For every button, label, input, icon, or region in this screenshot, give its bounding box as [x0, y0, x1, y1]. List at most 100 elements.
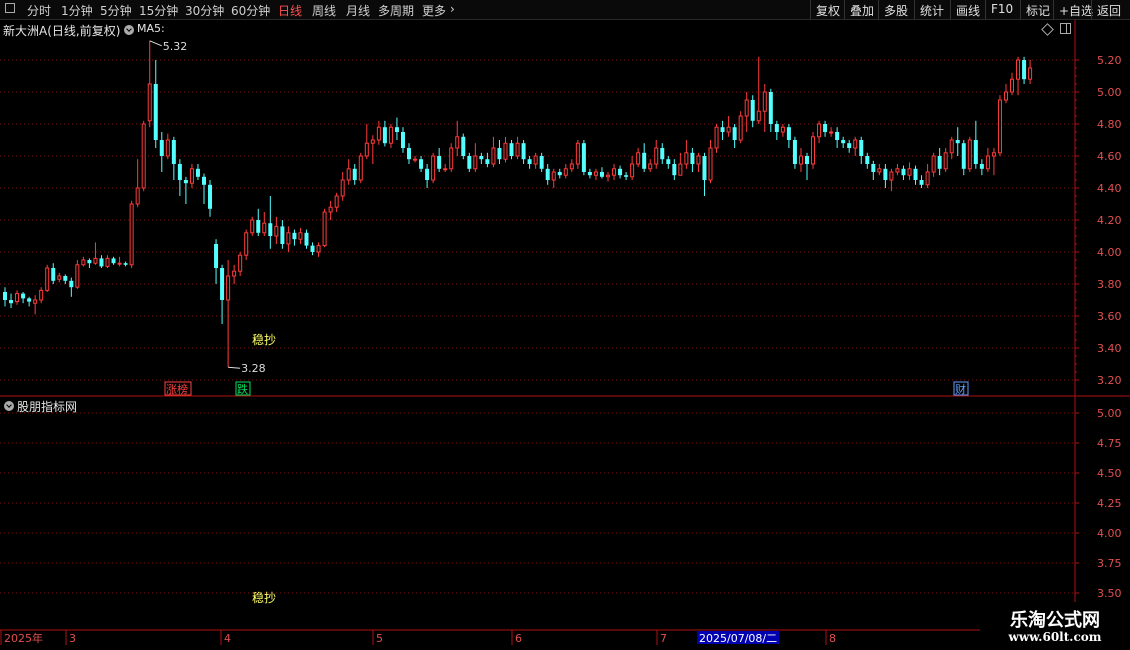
candle-body — [539, 156, 544, 169]
candle-body — [147, 83, 152, 122]
price-tick-label: 5.20 — [1097, 54, 1122, 67]
candle-body — [400, 132, 405, 148]
candle-body — [274, 225, 279, 237]
candle-body — [895, 168, 900, 173]
candle-body — [135, 187, 140, 205]
date-axis-label: 8 — [829, 632, 836, 645]
candle-body — [244, 232, 249, 256]
candle-body — [569, 163, 574, 170]
candle-body — [268, 223, 273, 236]
candle-body — [165, 139, 170, 157]
candle-body — [708, 147, 713, 181]
candle-body — [304, 232, 309, 246]
candle-body — [388, 126, 393, 144]
candle-body — [99, 258, 104, 267]
signal-label: 稳抄 — [252, 332, 276, 347]
candle-body — [431, 155, 436, 181]
candle-body — [220, 268, 225, 300]
panel-toggle-icon[interactable] — [1060, 23, 1071, 34]
indicator-tick-label: 3.75 — [1097, 557, 1122, 570]
candle-body — [226, 275, 231, 301]
candle-body — [322, 211, 327, 247]
candle-body — [913, 168, 918, 180]
indicator-tick-label: 4.25 — [1097, 497, 1122, 510]
candle-body — [280, 226, 285, 244]
candle-body — [931, 155, 936, 173]
chevron-down-icon[interactable] — [124, 25, 134, 35]
candle-body — [346, 168, 351, 181]
event-badge-label: 涨榜 — [166, 382, 188, 396]
candle-body — [479, 156, 484, 160]
indicator-chevron-icon[interactable] — [4, 401, 14, 411]
date-axis-label: 2025年 — [4, 631, 43, 645]
candle-body — [443, 168, 448, 171]
candle-body — [515, 142, 520, 157]
candle-body — [557, 172, 562, 176]
candle-body — [883, 168, 888, 180]
candle-body — [768, 92, 773, 124]
candle-body — [551, 171, 556, 181]
candle-body — [376, 126, 381, 141]
candle-body — [298, 232, 303, 240]
candle-body — [117, 262, 122, 265]
candle-body — [334, 195, 339, 208]
candle-body — [521, 143, 526, 160]
candle-body — [835, 132, 840, 140]
candle-body — [1022, 60, 1027, 80]
candle-body — [177, 164, 182, 180]
date-axis-label: 5 — [376, 632, 383, 645]
candle-body — [829, 131, 834, 134]
candle-body — [503, 142, 508, 160]
candle-body — [413, 158, 418, 161]
price-tick-label: 4.60 — [1097, 150, 1122, 163]
candle-body — [364, 142, 369, 157]
candle-body — [208, 184, 213, 209]
price-tick-label: 3.80 — [1097, 278, 1122, 291]
candle-body — [696, 155, 701, 165]
candle-body — [786, 127, 791, 140]
candle-body — [201, 176, 206, 185]
candle-body — [467, 156, 472, 169]
indicator-tick-label: 5.00 — [1097, 407, 1122, 420]
candle-body — [714, 126, 719, 149]
candle-body — [666, 159, 671, 164]
candle-body — [75, 264, 80, 288]
candle-body — [111, 258, 116, 264]
date-cursor-label: 2025/07/08/二 — [699, 632, 777, 645]
date-axis-label: 7 — [660, 632, 667, 645]
candle-body — [997, 99, 1002, 154]
indicator-tick-label: 4.50 — [1097, 467, 1122, 480]
candle-body — [811, 136, 816, 165]
price-tick-label: 4.00 — [1097, 246, 1122, 259]
candle-body — [256, 220, 261, 233]
candle-body — [407, 148, 412, 160]
candle-body — [720, 127, 725, 132]
candle-body — [449, 147, 454, 170]
candle-body — [780, 126, 785, 133]
candle-body — [57, 275, 62, 280]
candle-body — [491, 147, 496, 165]
candle-body — [27, 298, 32, 302]
high-marker-label: 5.32 — [163, 40, 188, 53]
candle-body — [352, 168, 357, 180]
candle-body — [153, 84, 158, 140]
candle-body — [51, 268, 56, 281]
candle-body — [575, 142, 580, 165]
candle-body — [756, 110, 761, 122]
candle-body — [509, 143, 514, 156]
candle-body — [593, 171, 598, 176]
candle-body — [497, 148, 502, 160]
candle-body — [949, 139, 954, 154]
candle-body — [292, 232, 297, 240]
candle-body — [461, 136, 466, 156]
kline-chart[interactable]: 5.20 5.00 4.80 4.60 4.40 4.20 4.00 3.80 3.60 3.40… — [0, 0, 1130, 650]
candle-body — [286, 232, 291, 245]
candle-body — [937, 156, 942, 169]
candle-body — [865, 156, 870, 164]
date-axis-label: 4 — [224, 632, 231, 645]
candle-body — [660, 148, 665, 160]
candle-body — [618, 168, 623, 176]
candle-body — [9, 300, 14, 304]
candle-body — [563, 168, 568, 176]
candle-body — [901, 168, 906, 176]
